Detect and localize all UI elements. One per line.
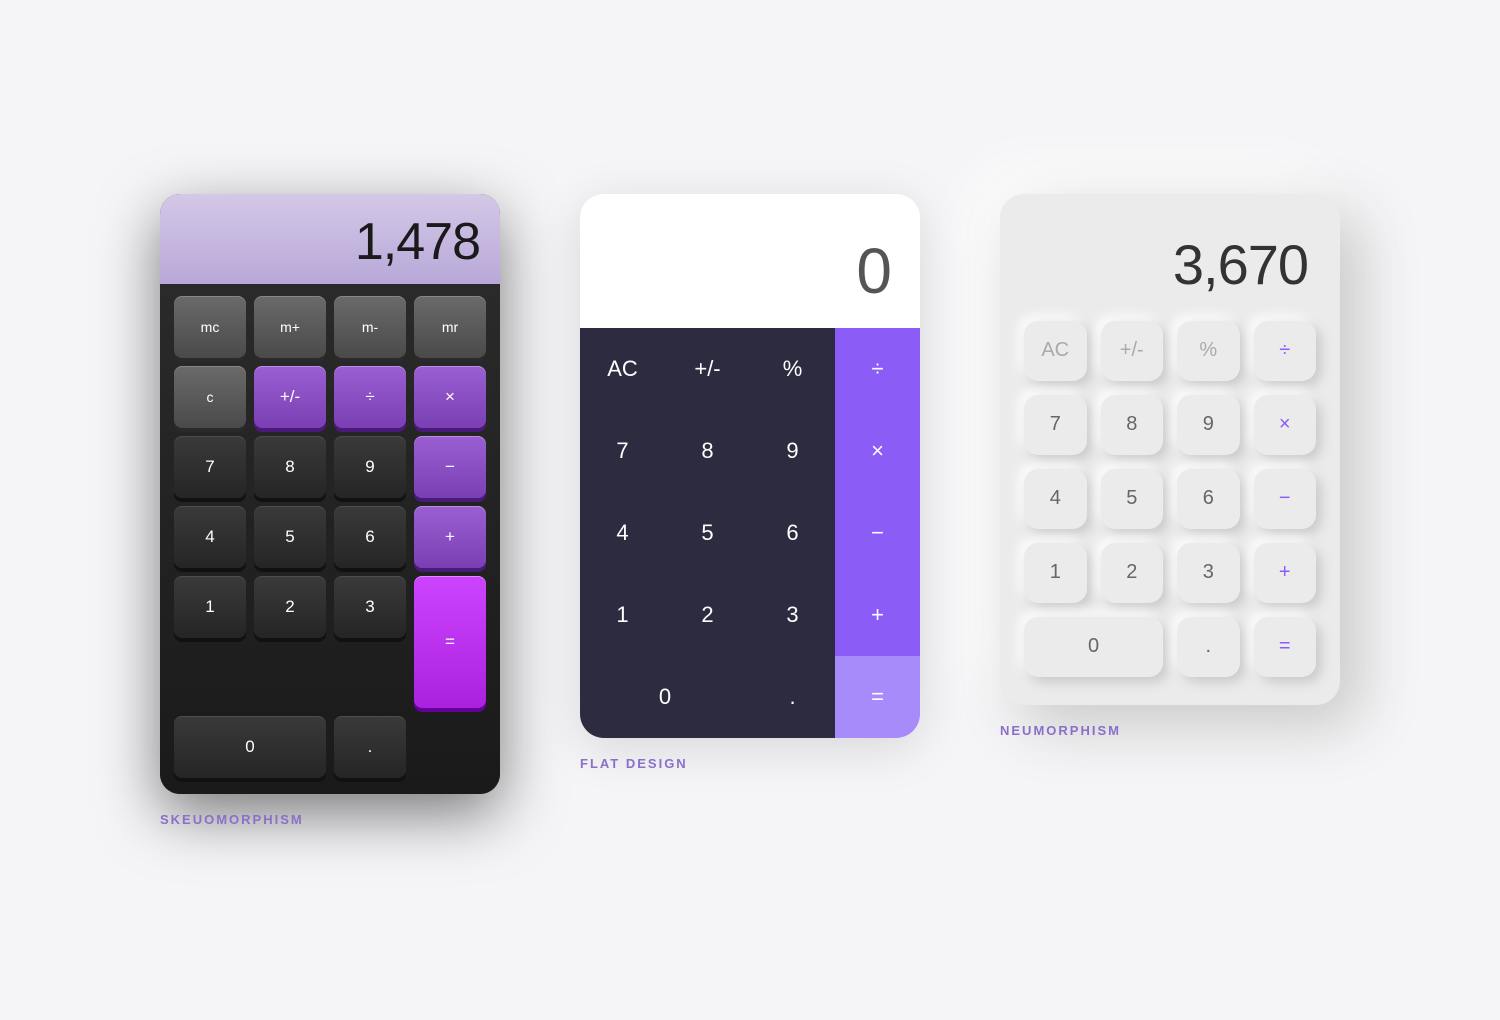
- flat-0-button[interactable]: 0: [580, 656, 750, 738]
- skeu-5-button[interactable]: 5: [254, 506, 326, 568]
- skeu-multiply-button[interactable]: ×: [414, 366, 486, 428]
- flat-divide-button[interactable]: ÷: [835, 328, 920, 410]
- skeu-section: 1,478 mc m+ m- mr c +/- ÷ × 7: [160, 194, 500, 827]
- main-container: 1,478 mc m+ m- mr c +/- ÷ × 7: [80, 134, 1420, 887]
- neu-ac-button[interactable]: AC: [1024, 321, 1087, 381]
- flat-7-button[interactable]: 7: [580, 410, 665, 492]
- flat-6-button[interactable]: 6: [750, 492, 835, 574]
- skeu-row-3: 7 8 9 −: [174, 436, 486, 498]
- skeu-minus-button[interactable]: −: [414, 436, 486, 498]
- flat-4-button[interactable]: 4: [580, 492, 665, 574]
- skeu-divide-button[interactable]: ÷: [334, 366, 406, 428]
- neu-plusminus-button[interactable]: +/-: [1101, 321, 1164, 381]
- skeu-mplus-button[interactable]: m+: [254, 296, 326, 358]
- skeu-plus-button[interactable]: +: [414, 506, 486, 568]
- flat-8-button[interactable]: 8: [665, 410, 750, 492]
- flat-display: 0: [580, 194, 920, 328]
- skeu-row-4: 4 5 6 +: [174, 506, 486, 568]
- flat-9-button[interactable]: 9: [750, 410, 835, 492]
- flat-5-button[interactable]: 5: [665, 492, 750, 574]
- skeu-c-button[interactable]: c: [174, 366, 246, 428]
- flat-grid: AC +/- % ÷ 7 8 9 × 4 5 6 − 1 2 3 + 0: [580, 328, 920, 738]
- flat-plus-button[interactable]: +: [835, 574, 920, 656]
- skeu-7-button[interactable]: 7: [174, 436, 246, 498]
- neu-4-button[interactable]: 4: [1024, 469, 1087, 529]
- skeu-label: SKEUOMORPHISM: [160, 812, 304, 827]
- flat-plusminus-button[interactable]: +/-: [665, 328, 750, 410]
- skeu-2-button[interactable]: 2: [254, 576, 326, 638]
- skeu-display: 1,478: [160, 194, 500, 284]
- neu-plus-button[interactable]: +: [1254, 543, 1317, 603]
- flat-dot-button[interactable]: .: [750, 656, 835, 738]
- flat-equals-button[interactable]: =: [835, 656, 920, 738]
- neu-2-button[interactable]: 2: [1101, 543, 1164, 603]
- skeu-row-2: c +/- ÷ ×: [174, 366, 486, 428]
- neu-grid: AC +/- % ÷ 7 8 9 × 4 5 6 − 1 2 3 + 0: [1024, 321, 1316, 677]
- neu-1-button[interactable]: 1: [1024, 543, 1087, 603]
- flat-calculator: 0 AC +/- % ÷ 7 8 9 × 4 5 6 − 1 2 3: [580, 194, 920, 738]
- flat-label: FLAT DESIGN: [580, 756, 688, 771]
- flat-ac-button[interactable]: AC: [580, 328, 665, 410]
- skeu-body: mc m+ m- mr c +/- ÷ × 7 8 9 −: [160, 284, 500, 794]
- skeu-6-button[interactable]: 6: [334, 506, 406, 568]
- skeu-row-6: 0 .: [174, 716, 486, 778]
- skeu-mminus-button[interactable]: m-: [334, 296, 406, 358]
- flat-3-button[interactable]: 3: [750, 574, 835, 656]
- neu-multiply-button[interactable]: ×: [1254, 395, 1317, 455]
- neu-dot-button[interactable]: .: [1177, 617, 1240, 677]
- neu-percent-button[interactable]: %: [1177, 321, 1240, 381]
- flat-multiply-button[interactable]: ×: [835, 410, 920, 492]
- neu-section: 3,670 AC +/- % ÷ 7 8 9 × 4 5 6 − 1 2: [1000, 194, 1340, 738]
- skeu-calculator: 1,478 mc m+ m- mr c +/- ÷ × 7: [160, 194, 500, 794]
- flat-1-button[interactable]: 1: [580, 574, 665, 656]
- flat-section: 0 AC +/- % ÷ 7 8 9 × 4 5 6 − 1 2 3: [580, 194, 920, 771]
- neu-7-button[interactable]: 7: [1024, 395, 1087, 455]
- neu-3-button[interactable]: 3: [1177, 543, 1240, 603]
- skeu-9-button[interactable]: 9: [334, 436, 406, 498]
- skeu-3-button[interactable]: 3: [334, 576, 406, 638]
- skeu-4-button[interactable]: 4: [174, 506, 246, 568]
- neu-minus-button[interactable]: −: [1254, 469, 1317, 529]
- flat-2-button[interactable]: 2: [665, 574, 750, 656]
- skeu-dot-button[interactable]: .: [334, 716, 406, 778]
- skeu-row-5: 1 2 3 =: [174, 576, 486, 708]
- skeu-row-1: mc m+ m- mr: [174, 296, 486, 358]
- neu-0-button[interactable]: 0: [1024, 617, 1163, 677]
- neu-5-button[interactable]: 5: [1101, 469, 1164, 529]
- neu-6-button[interactable]: 6: [1177, 469, 1240, 529]
- flat-minus-button[interactable]: −: [835, 492, 920, 574]
- neu-divide-button[interactable]: ÷: [1254, 321, 1317, 381]
- neu-equals-button[interactable]: =: [1254, 617, 1317, 677]
- neu-8-button[interactable]: 8: [1101, 395, 1164, 455]
- skeu-equals-button[interactable]: =: [414, 576, 486, 708]
- skeu-8-button[interactable]: 8: [254, 436, 326, 498]
- flat-percent-button[interactable]: %: [750, 328, 835, 410]
- skeu-1-button[interactable]: 1: [174, 576, 246, 638]
- skeu-plusminus-button[interactable]: +/-: [254, 366, 326, 428]
- neu-label: NEUMORPHISM: [1000, 723, 1121, 738]
- skeu-0-button[interactable]: 0: [174, 716, 326, 778]
- neu-9-button[interactable]: 9: [1177, 395, 1240, 455]
- skeu-mc-button[interactable]: mc: [174, 296, 246, 358]
- skeu-mr-button[interactable]: mr: [414, 296, 486, 358]
- neu-calculator: 3,670 AC +/- % ÷ 7 8 9 × 4 5 6 − 1 2: [1000, 194, 1340, 705]
- neu-display: 3,670: [1024, 222, 1316, 321]
